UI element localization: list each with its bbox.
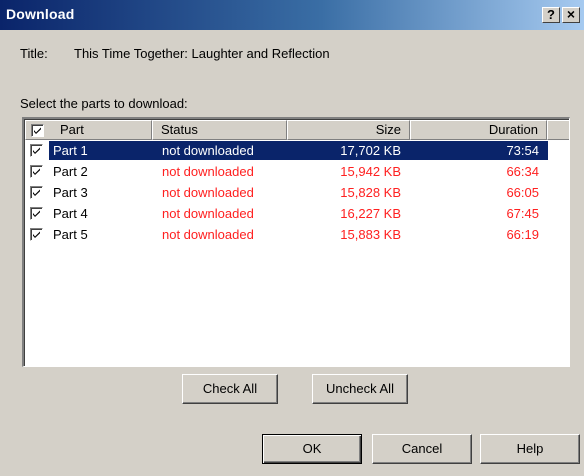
row-part: Part 1 [53,143,88,158]
row-duration: 73:54 [506,143,539,158]
window-title: Download [6,6,75,22]
list-header: Part Status Size Duration [25,120,569,140]
row-part: Part 5 [53,227,88,242]
row-part: Part 3 [53,185,88,200]
title-value: This Time Together: Laughter and Reflect… [74,46,330,61]
row-status: not downloaded [162,227,254,242]
ok-button[interactable]: OK [262,434,362,464]
column-header-size-label: Size [375,122,401,137]
row-size: 15,942 KB [340,164,401,179]
select-all-checkbox[interactable] [31,124,44,137]
row-size: 15,883 KB [340,227,401,242]
column-header-part-label: Part [60,122,84,137]
column-header-part[interactable]: Part [25,120,152,140]
row-checkbox[interactable] [30,186,43,199]
download-dialog: Download ? × Title: This Time Together: … [0,0,584,476]
row-status: not downloaded [162,185,254,200]
row-duration: 66:19 [506,227,539,242]
column-header-duration[interactable]: Duration [410,120,547,140]
table-row[interactable]: Part 4 not downloaded 16,227 KB 67:45 [25,204,569,224]
checkmark-icon [33,231,40,238]
row-status: not downloaded [162,206,254,221]
help-button[interactable]: Help [480,434,580,464]
column-header-status-label: Status [161,122,198,137]
checkmark-icon [33,210,40,217]
row-checkbox[interactable] [30,144,43,157]
table-row[interactable]: Part 2 not downloaded 15,942 KB 66:34 [25,162,569,182]
close-button[interactable]: × [562,7,580,23]
row-status: not downloaded [162,164,254,179]
close-icon: × [566,6,576,22]
table-row[interactable]: Part 1 not downloaded 17,702 KB 73:54 [25,141,569,161]
title-bar[interactable]: Download ? × [0,0,584,30]
column-header-size[interactable]: Size [287,120,410,140]
row-size: 17,702 KB [340,143,401,158]
checkmark-icon [34,127,41,134]
row-checkbox[interactable] [30,207,43,220]
row-status: not downloaded [162,143,254,158]
parts-list[interactable]: Part Status Size Duration Part 1 not dow… [22,117,570,367]
row-size: 15,828 KB [340,185,401,200]
title-label: Title: [20,46,48,61]
row-size: 16,227 KB [340,206,401,221]
row-duration: 67:45 [506,206,539,221]
row-duration: 66:05 [506,185,539,200]
cancel-button[interactable]: Cancel [372,434,472,464]
table-row[interactable]: Part 3 not downloaded 15,828 KB 66:05 [25,183,569,203]
checkmark-icon [33,147,40,154]
row-part: Part 4 [53,206,88,221]
column-header-filler [547,120,569,140]
select-parts-label: Select the parts to download: [20,96,188,111]
row-checkbox[interactable] [30,228,43,241]
checkmark-icon [33,168,40,175]
uncheck-all-button[interactable]: Uncheck All [312,374,408,404]
question-mark-icon: ? [547,7,555,22]
checkmark-icon [33,189,40,196]
check-all-button[interactable]: Check All [182,374,278,404]
column-header-status[interactable]: Status [152,120,287,140]
row-checkbox[interactable] [30,165,43,178]
help-caption-button[interactable]: ? [542,7,560,23]
row-part: Part 2 [53,164,88,179]
column-header-duration-label: Duration [488,122,538,137]
row-duration: 66:34 [506,164,539,179]
table-row[interactable]: Part 5 not downloaded 15,883 KB 66:19 [25,225,569,245]
